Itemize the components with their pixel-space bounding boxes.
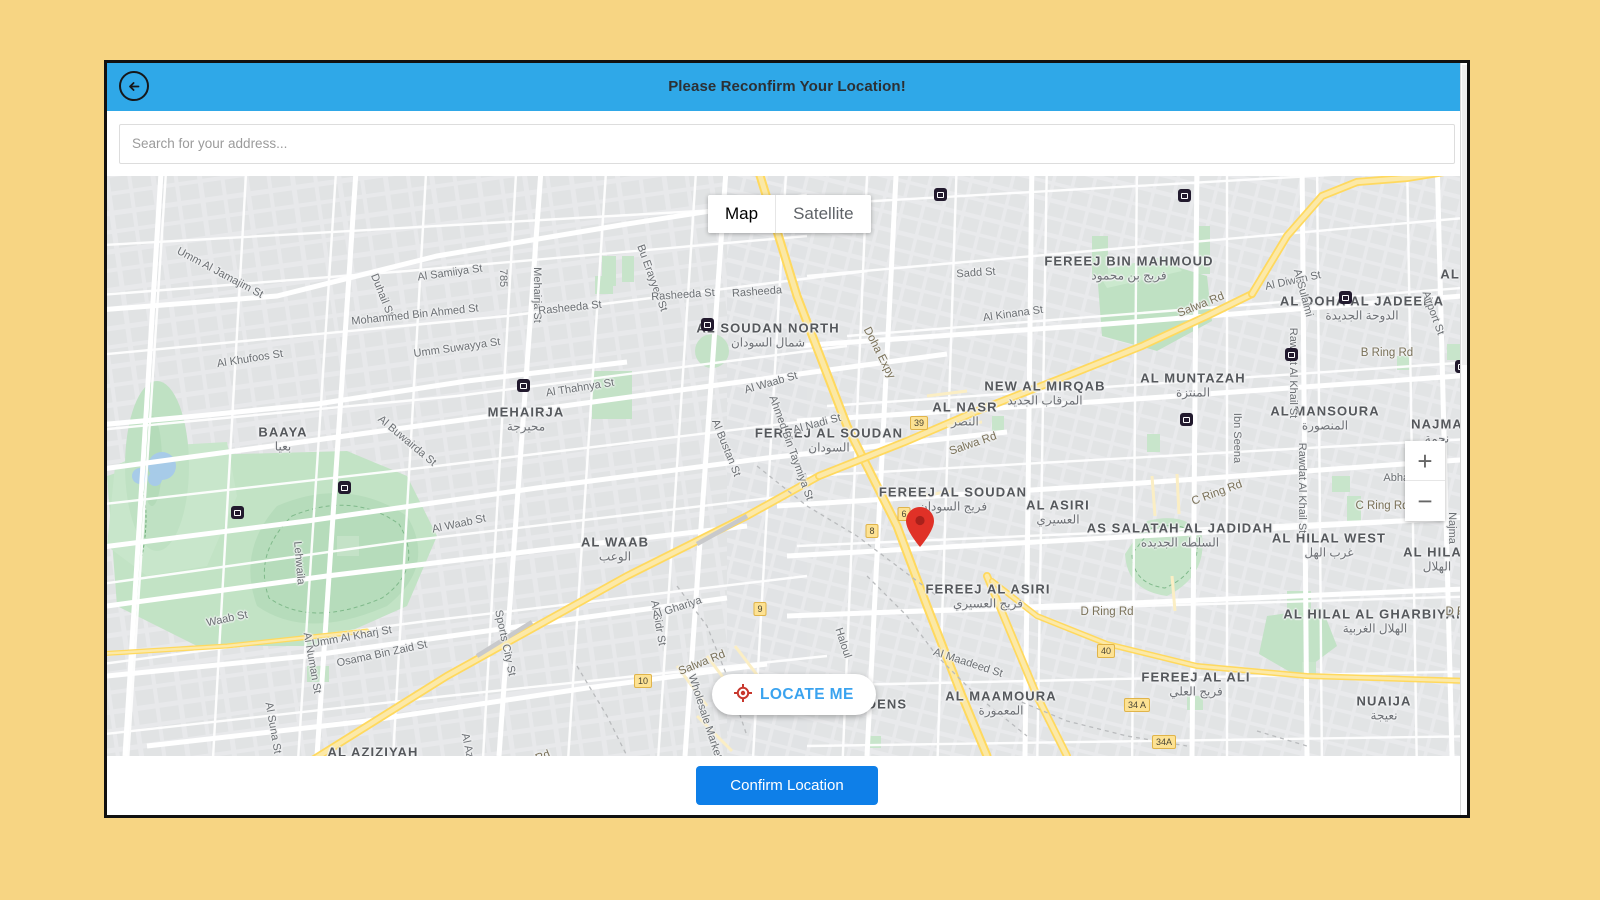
app-window: Please Reconfirm Your Location! Search f… xyxy=(104,60,1470,818)
app-header: Please Reconfirm Your Location! xyxy=(107,63,1467,111)
confirm-location-button[interactable]: Confirm Location xyxy=(696,766,878,805)
search-bar-row xyxy=(107,111,1467,176)
map-vector-layer xyxy=(107,176,1467,756)
footer-bar: Confirm Location xyxy=(107,756,1467,815)
map-type-control[interactable]: Map Satellite xyxy=(708,195,871,233)
zoom-out-button[interactable]: − xyxy=(1405,481,1445,521)
map-zoom-control[interactable]: + − xyxy=(1405,441,1445,521)
locate-me-label: LOCATE ME xyxy=(760,685,854,703)
crosshair-target-icon xyxy=(733,683,753,705)
search-input[interactable] xyxy=(119,123,1455,164)
vertical-scrollbar[interactable] xyxy=(1460,63,1467,815)
scrollbar-thumb[interactable] xyxy=(1462,65,1467,365)
zoom-in-button[interactable]: + xyxy=(1405,441,1445,481)
locate-me-button[interactable]: LOCATE ME xyxy=(712,674,876,715)
back-arrow-icon xyxy=(126,78,143,95)
map-viewport[interactable]: AL SOUDAN NORTH شمال السودان MEHAIRJA محيرج… xyxy=(107,176,1467,756)
back-button[interactable] xyxy=(119,71,149,101)
map-type-map-button[interactable]: Map xyxy=(708,195,776,233)
map-canvas[interactable]: AL SOUDAN NORTH شمال السودان MEHAIRJA محيرج… xyxy=(107,176,1467,756)
page-title: Please Reconfirm Your Location! xyxy=(668,78,906,95)
map-type-satellite-button[interactable]: Satellite xyxy=(775,195,871,233)
